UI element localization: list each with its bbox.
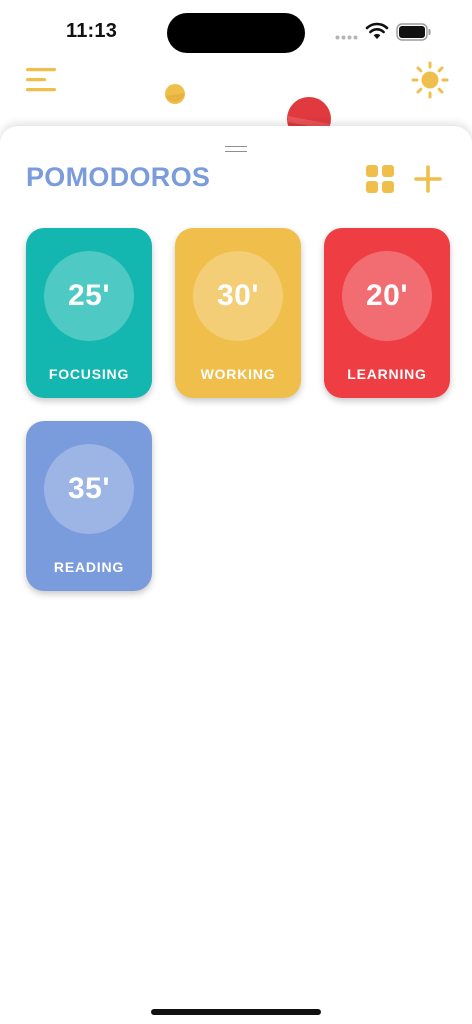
card-minutes: 30' — [216, 279, 259, 312]
card-minutes: 25' — [67, 279, 110, 312]
add-pomodoro-button[interactable] — [410, 161, 446, 197]
theme-toggle-button[interactable] — [410, 60, 450, 100]
plus-icon — [414, 165, 442, 193]
card-label: READING — [53, 559, 125, 575]
wifi-icon — [365, 22, 389, 39]
decorative-yellow-dot — [165, 84, 185, 104]
battery-icon — [396, 23, 431, 41]
pomodoro-card-working[interactable]: 30' WORKING — [175, 228, 301, 398]
grid-view-icon — [366, 165, 394, 193]
card-label: FOCUSING — [48, 366, 130, 382]
card-timer-circle: 25' — [44, 251, 134, 341]
status-time: 11:13 — [66, 20, 118, 42]
dynamic-island — [167, 13, 305, 53]
card-timer-circle: 30' — [193, 251, 283, 341]
menu-button[interactable] — [24, 64, 60, 96]
card-minutes: 35' — [67, 472, 110, 505]
pomodoro-card-learning[interactable]: 20' LEARNING — [324, 228, 450, 398]
card-minutes: 20' — [365, 279, 408, 312]
cellular-signal-icon — [335, 35, 358, 40]
card-timer-circle: 20' — [342, 251, 432, 341]
card-label: LEARNING — [347, 366, 427, 382]
sun-icon — [411, 61, 449, 99]
sheet-title: POMODOROS — [26, 162, 211, 192]
home-indicator[interactable] — [151, 1009, 321, 1015]
pomodoro-card-reading[interactable]: 35' READING — [26, 421, 152, 591]
pomodoros-sheet: POMODOROS 25' FOCUSING 30' WORKING 20' L… — [0, 126, 472, 1024]
pomodoro-card-focusing[interactable]: 25' FOCUSING — [26, 228, 152, 398]
status-bar: 11:13 — [0, 0, 472, 64]
grid-view-button[interactable] — [364, 163, 396, 195]
sheet-grabber-handle[interactable] — [225, 146, 247, 152]
card-timer-circle: 35' — [44, 444, 134, 534]
hamburger-menu-icon — [26, 68, 56, 92]
card-label: WORKING — [200, 366, 276, 382]
